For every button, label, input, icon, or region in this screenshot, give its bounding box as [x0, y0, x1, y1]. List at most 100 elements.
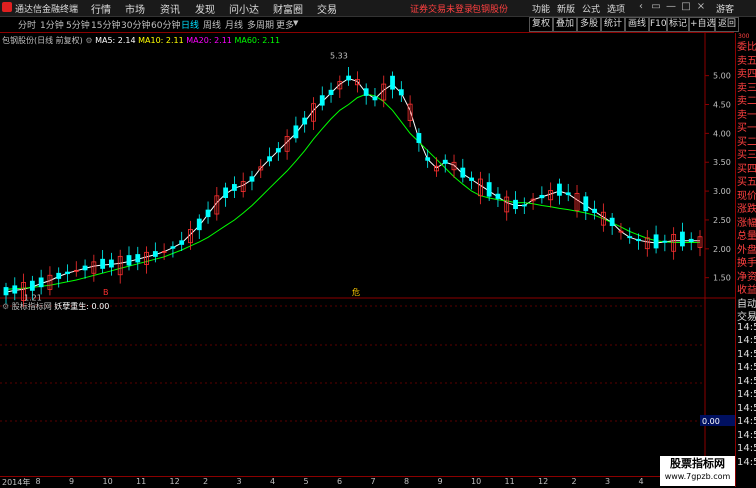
candle-body [539, 194, 545, 199]
x-tick-label: 3 [605, 477, 611, 486]
collapse-icon[interactable]: ‹ [635, 1, 647, 13]
ma20-value: MA20: 2.11 [186, 36, 232, 45]
quote-field[interactable]: 14:50 [737, 443, 756, 454]
candle-body [442, 159, 448, 164]
quote-field[interactable]: 14:50 [737, 349, 756, 360]
indicator-header: ⚙ 股标指标网 妖孽重生: 0.00 [2, 301, 109, 312]
tongji-button[interactable]: 统计 [601, 17, 625, 32]
quote-field[interactable]: 14:50 [737, 335, 756, 346]
menu-gongneng[interactable]: 功能 [532, 2, 550, 15]
duogu-button[interactable]: 多股 [577, 17, 601, 32]
menu-bar: 通达信金融终端 行情 市场 资讯 发现 问小达 财富圈 交易 证券交易未登录 包… [0, 0, 756, 17]
candle-body [205, 209, 211, 218]
candle-body [82, 265, 88, 271]
kline-chart[interactable]: 5.004.504.003.503.002.502.001.505.331.21… [0, 33, 735, 476]
candle-body [12, 285, 18, 294]
candle-body [328, 89, 334, 95]
candle-body [609, 217, 615, 227]
chart-title: 包钢股份(日线 前复权) [2, 36, 83, 45]
candle-body [390, 75, 395, 90]
maximize-icon[interactable]: □ [680, 1, 692, 13]
candle-body [302, 117, 308, 125]
minimize-icon[interactable]: — [665, 1, 677, 13]
settings-icon[interactable]: ⚙ [2, 302, 9, 311]
candle-body [425, 157, 431, 161]
menu-xuanxiang[interactable]: 选项 [607, 2, 625, 15]
user-guest-label[interactable]: 游客 [716, 2, 734, 15]
stock-name-link[interactable]: 包钢股份 [472, 2, 508, 15]
menu-item-caifuquan[interactable]: 财富圈 [273, 1, 303, 16]
period-60min[interactable]: 60分钟 [151, 18, 180, 31]
y-tick-label: 2.50 [713, 216, 731, 225]
x-tick-label: 3 [236, 477, 242, 486]
quote-field[interactable]: 14:50 [737, 322, 756, 333]
chevron-down-icon[interactable]: ▼ [293, 19, 298, 27]
candle-body [65, 271, 70, 275]
add-watchlist-button[interactable]: +自选 [689, 17, 716, 32]
candle-body [460, 167, 466, 178]
quote-field[interactable]: 14:50 [737, 403, 756, 414]
layout-icon[interactable]: ▭ [650, 1, 662, 13]
quote-field[interactable]: 14:50 [737, 362, 756, 373]
candle-body [179, 240, 185, 245]
period-toolbar: 分时 1分钟 5分钟 15分钟 30分钟 60分钟 日线 周线 月线 多周期 更… [0, 17, 739, 33]
candle-body [293, 125, 299, 139]
menu-gongshi[interactable]: 公式 [582, 2, 600, 15]
menu-item-hangqing[interactable]: 行情 [91, 1, 111, 16]
candle-body [398, 89, 404, 96]
period-multi[interactable]: 多周期 [247, 18, 274, 31]
settings-icon[interactable]: ⚙ [85, 36, 92, 45]
candle-body [232, 184, 237, 191]
y-tick-label: 1.50 [713, 274, 731, 283]
candle-body [680, 231, 685, 247]
fuquan-button[interactable]: 复权 [529, 17, 553, 32]
period-fenshi[interactable]: 分时 [18, 18, 36, 31]
period-30min[interactable]: 30分钟 [121, 18, 150, 31]
candle-body [372, 96, 378, 101]
candle-body [223, 187, 229, 199]
x-tick-label: 9 [437, 477, 443, 486]
y-tick-label: 3.50 [713, 158, 731, 167]
menu-item-wenxiaoda[interactable]: 问小达 [229, 1, 259, 16]
period-more[interactable]: 更多 [276, 18, 294, 31]
quote-field[interactable]: 14:50 [737, 376, 756, 387]
candle-body [469, 177, 474, 181]
quote-field[interactable]: 14:50 [737, 430, 756, 441]
period-1min[interactable]: 1分钟 [40, 18, 64, 31]
quote-field[interactable]: 14:50 [737, 416, 756, 427]
f10-button[interactable]: F10 [649, 17, 667, 32]
biaoji-button[interactable]: 标记 [667, 17, 689, 32]
menu-item-faxian[interactable]: 发现 [195, 1, 215, 16]
ma5-value: MA5: 2.14 [95, 36, 136, 45]
candle-body [267, 156, 272, 162]
candle-body [275, 148, 281, 153]
quote-field[interactable]: 14:50 [737, 457, 756, 468]
period-weekly[interactable]: 周线 [203, 18, 221, 31]
y-tick-label: 4.00 [713, 129, 731, 138]
quote-field[interactable]: 14:50 [737, 389, 756, 400]
period-monthly[interactable]: 月线 [225, 18, 243, 31]
x-tick-label: 9 [69, 477, 75, 486]
menu-item-jiaoyi[interactable]: 交易 [317, 1, 337, 16]
candle-body [557, 183, 562, 196]
menu-item-shichang[interactable]: 市场 [125, 1, 145, 16]
candle-body [100, 258, 106, 269]
candle-body [3, 287, 9, 296]
candle-body [521, 204, 527, 207]
site-watermark: 股票指标网 www.7gpzb.com [660, 456, 735, 486]
period-15min[interactable]: 15分钟 [91, 18, 120, 31]
x-tick-label: 7 [370, 477, 376, 486]
menu-xinban[interactable]: 新版 [557, 2, 575, 15]
huaxian-button[interactable]: 画线 [625, 17, 649, 32]
x-tick-label: 12 [538, 477, 549, 486]
login-notice[interactable]: 证券交易未登录 [410, 2, 473, 15]
candle-body [249, 176, 255, 182]
period-daily[interactable]: 日线 [181, 18, 199, 31]
menu-item-zixun[interactable]: 资讯 [160, 1, 180, 16]
period-5min[interactable]: 5分钟 [66, 18, 90, 31]
candle-body [513, 199, 518, 210]
back-button[interactable]: 返回 [715, 17, 739, 32]
diejia-button[interactable]: 叠加 [553, 17, 577, 32]
close-icon[interactable]: × [695, 1, 707, 13]
candle-body [636, 238, 641, 242]
